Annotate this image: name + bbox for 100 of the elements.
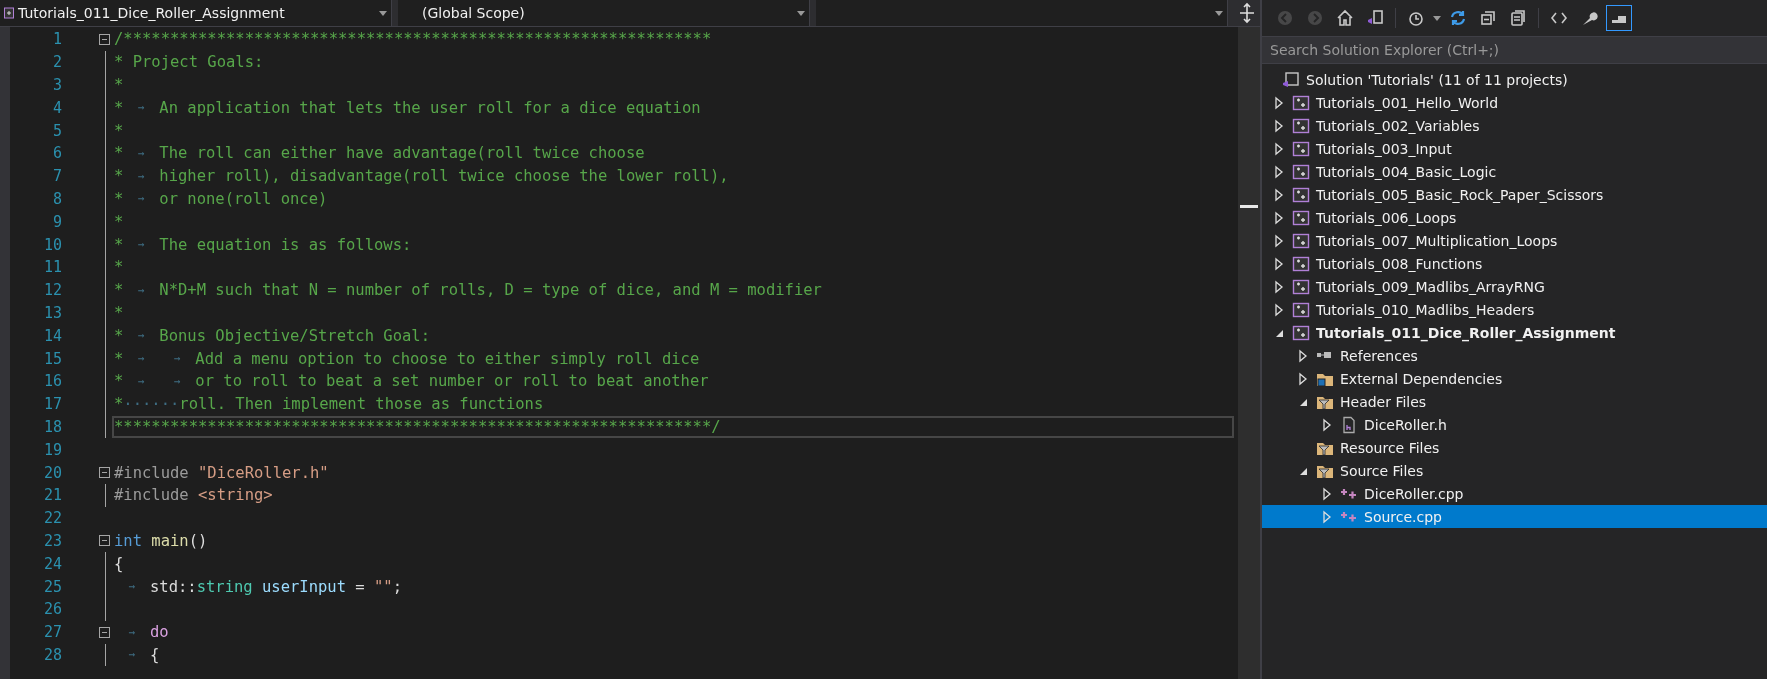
caret-icon <box>379 10 387 16</box>
search-field[interactable]: Search Solution Explorer (Ctrl+;) <box>1262 36 1767 64</box>
code-line: → do <box>127 622 170 644</box>
fold-toggle[interactable] <box>99 33 110 45</box>
tree-item-label: Tutorials_008_Functions <box>1316 255 1483 272</box>
caret-icon <box>1433 15 1441 21</box>
line-number: 26 <box>42 600 62 619</box>
line-number: 21 <box>42 486 62 505</box>
tree-item-label: Source.cpp <box>1364 508 1442 525</box>
line-number: 8 <box>51 189 62 208</box>
tree-item[interactable]: Tutorials_009_Madlibs_ArrayRNG <box>1262 275 1767 298</box>
tree-item[interactable]: Tutorials_005_Basic_Rock_Paper_Scissors <box>1262 183 1767 206</box>
line-number: 14 <box>42 326 62 345</box>
tree-item[interactable]: Tutorials_011_Dice_Roller_Assignment <box>1262 321 1767 344</box>
tree-item[interactable]: Tutorials_010_Madlibs_Headers <box>1262 298 1767 321</box>
project-icon <box>1292 93 1310 112</box>
line-number: 16 <box>42 372 62 391</box>
fold-toggle[interactable] <box>99 467 110 479</box>
project-icon <box>1292 231 1310 250</box>
line-number: 3 <box>51 76 62 94</box>
code-line: * → or none(roll once) <box>113 188 329 210</box>
project-icon <box>1292 116 1310 135</box>
tree-item[interactable]: Tutorials_006_Loops <box>1262 206 1767 229</box>
project-dropdown[interactable]: Tutorials_011_Dice_Roller_Assignment <box>0 0 392 26</box>
line-number: 12 <box>42 281 62 300</box>
line-number: 15 <box>42 349 62 368</box>
tree-item-label: Tutorials_001_Hello_World <box>1316 94 1499 111</box>
code-line: * → N*D+M such that N = number of rolls, D = type of dice, and M = modifier <box>113 280 823 302</box>
line-number: 23 <box>42 531 62 550</box>
tree-item-label: DiceRoller.cpp <box>1364 485 1464 502</box>
code-line: * → Bonus Objective/Stretch Goal: <box>113 325 431 347</box>
code-line: * <box>113 302 125 324</box>
line-number: 7 <box>51 167 62 186</box>
code-line: * → An application that lets the user roll for a dice equation <box>113 97 702 119</box>
tree-item[interactable]: DiceRoller.cpp <box>1262 482 1767 505</box>
tree-item[interactable]: Tutorials_007_Multiplication_Loops <box>1262 229 1767 252</box>
tree-item[interactable]: Tutorials_004_Basic_Logic <box>1262 160 1767 183</box>
line-number: 20 <box>42 463 62 482</box>
tree-item[interactable]: External Dependencies <box>1262 367 1767 390</box>
project-icon <box>1292 162 1310 181</box>
code-line: * → → or to roll to beat a set number or roll to beat another <box>113 371 710 393</box>
project-icon <box>4 7 14 19</box>
tree-item[interactable]: Source.cpp <box>1262 505 1767 528</box>
tree-item[interactable]: Solution 'Tutorials' (11 of 11 projects) <box>1262 68 1767 91</box>
line-number: 17 <box>42 395 62 414</box>
tree-item[interactable]: Resource Files <box>1262 436 1767 459</box>
code-line: { <box>113 553 125 575</box>
dash-icon[interactable] <box>1606 5 1632 31</box>
code-line: #include "DiceRoller.h" <box>113 462 330 484</box>
line-number: 22 <box>42 509 62 528</box>
code-line: int main() <box>113 530 209 552</box>
tree-item-label: Tutorials_006_Loops <box>1316 209 1457 226</box>
tree-item-label: References <box>1340 347 1418 364</box>
project-icon <box>1292 254 1310 273</box>
scroll-marker <box>1240 205 1258 208</box>
scope-dropdown[interactable]: (Global Scope) <box>398 0 810 26</box>
tree-item[interactable]: DiceRoller.h <box>1262 413 1767 436</box>
tree-item-label: Tutorials_010_Madlibs_Headers <box>1316 301 1535 318</box>
line-number: 24 <box>42 554 62 573</box>
code-line: → { <box>127 644 161 666</box>
tree-item[interactable]: Tutorials_008_Functions <box>1262 252 1767 275</box>
code-line: * <box>113 75 125 96</box>
line-number: 4 <box>51 98 62 117</box>
tree-item[interactable]: References <box>1262 344 1767 367</box>
tree-item[interactable]: Tutorials_003_Input <box>1262 137 1767 160</box>
code-line: * <box>113 211 125 233</box>
project-icon <box>1292 277 1310 296</box>
fold-toggle[interactable] <box>99 626 110 638</box>
line-number: 11 <box>42 258 62 277</box>
tree-item-label: Tutorials_007_Multiplication_Loops <box>1316 232 1558 249</box>
tree-item-label: Tutorials_009_Madlibs_ArrayRNG <box>1316 278 1545 295</box>
caret-icon <box>1215 10 1223 16</box>
tree-item[interactable]: Source Files <box>1262 459 1767 482</box>
code-line: * → higher roll), disadvantage(roll twice choose the lower roll), <box>113 166 730 188</box>
code-line: /*************************************************************** <box>113 29 713 51</box>
tree-item[interactable]: Tutorials_001_Hello_World <box>1262 91 1767 114</box>
tree-item-label: Header Files <box>1340 393 1427 410</box>
project-icon <box>1292 323 1310 342</box>
project-icon <box>1292 185 1310 204</box>
project-icon <box>1292 208 1310 227</box>
tree-item-label: Source Files <box>1340 462 1424 479</box>
tree-item-label: Tutorials_002_Variables <box>1316 117 1480 134</box>
line-number: 6 <box>51 144 62 163</box>
line-number: 28 <box>42 645 62 664</box>
project-icon <box>1292 300 1310 319</box>
code-line: * <box>113 257 125 279</box>
code-line: *······roll. Then implement those as functions <box>113 394 545 416</box>
tree-item[interactable]: Tutorials_002_Variables <box>1262 114 1767 137</box>
code-line: * → The roll can either have advantage(roll twice choose <box>113 143 646 165</box>
line-number: 18 <box>42 417 62 436</box>
scrollbar[interactable] <box>1238 27 1260 679</box>
code-line: * → → Add a menu option to choose to either simply roll dice <box>113 348 701 370</box>
code-line: * → The equation is as follows: <box>113 234 413 256</box>
references-icon <box>1317 352 1333 359</box>
tree-item[interactable]: Header Files <box>1262 390 1767 413</box>
tree-item-label: Tutorials_011_Dice_Roller_Assignment <box>1316 324 1616 341</box>
tree-item-label: DiceRoller.h <box>1364 416 1447 433</box>
line-number: 25 <box>42 577 62 596</box>
fold-toggle[interactable] <box>99 535 110 547</box>
line-number: 1 <box>51 30 62 49</box>
